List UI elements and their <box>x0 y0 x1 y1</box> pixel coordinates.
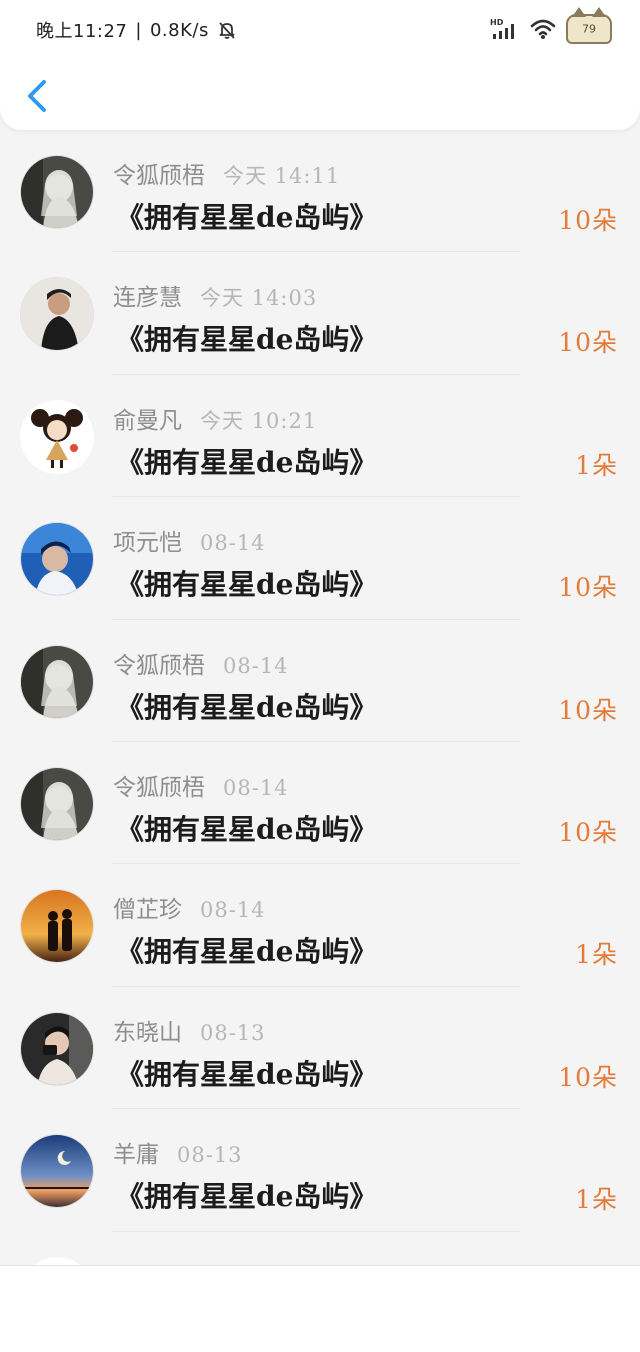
hd-badge: HD <box>490 18 504 27</box>
timestamp: 08-13 <box>177 1143 243 1168</box>
user-name: 连彦慧 今天 14:03 <box>113 278 317 312</box>
gift-count: 10朵 <box>558 206 618 235</box>
user-name <box>113 1258 131 1265</box>
gift-name: 《拥有星星de岛屿》 <box>116 568 378 602</box>
user-name-text: 令狐颀梧 <box>113 652 205 679</box>
user-name: 僧芷珍 08-14 <box>113 890 266 924</box>
timestamp: 今天 14:03 <box>200 286 318 311</box>
status-bar: 晚上11:27 | 0.8K/s HD 79 <box>0 0 640 62</box>
user-name-text: 令狐颀梧 <box>113 163 205 189</box>
gift-count: 10朵 <box>558 573 618 603</box>
back-button[interactable] <box>20 76 56 116</box>
gift-name: 《拥有星星de岛屿》 <box>116 323 378 357</box>
user-name: 东晓山 08-13 <box>113 1013 266 1047</box>
avatar[interactable] <box>20 1011 94 1086</box>
list-item[interactable]: 令狐颀梧 今天 14:11 《拥有星星de岛屿》 10朵 <box>0 130 640 253</box>
status-time: 晚上11:27 <box>36 21 128 42</box>
user-name: 俞曼凡 今天 10:21 <box>113 401 317 435</box>
list-item[interactable]: 令狐颀梧 08-14 《拥有星星de岛屿》 10朵 <box>0 620 640 742</box>
status-left: 晚上11:27 | 0.8K/s <box>36 17 237 43</box>
avatar[interactable] <box>20 522 94 597</box>
gift-name: 《拥有星星de岛屿》 <box>116 935 378 969</box>
gift-name: 《拥有星星de岛屿》 <box>116 201 378 234</box>
avatar[interactable] <box>20 1256 94 1265</box>
timestamp: 今天 14:11 <box>223 164 341 188</box>
timestamp: 08-14 <box>223 775 289 800</box>
timestamp: 08-14 <box>223 653 289 678</box>
list-item[interactable]: 羊庸 08-13 《拥有星星de岛屿》 1朵 <box>0 1109 640 1232</box>
avatar[interactable] <box>20 277 94 352</box>
user-name-text: 令狐颀梧 <box>113 774 205 801</box>
timestamp: 今天 10:21 <box>200 408 318 433</box>
gift-count: 10朵 <box>558 1062 618 1092</box>
gift-name: 《拥有星星de岛屿》 <box>116 1180 378 1214</box>
list-item[interactable]: 东晓山 08-13 《拥有星星de岛屿》 10朵 <box>0 987 640 1110</box>
gift-count: 10朵 <box>558 695 618 725</box>
list-item[interactable]: 项元恺 08-14 《拥有星星de岛屿》 10朵 <box>0 497 640 620</box>
gift-name: 《拥有星星de岛屿》 <box>116 812 378 846</box>
gift-record-list[interactable]: 令狐颀梧 今天 14:11 《拥有星星de岛屿》 10朵 连彦慧 今天 14:03 … <box>0 130 640 1265</box>
gift-count: 10朵 <box>558 328 618 358</box>
gift-name: 《拥有星星de岛屿》 <box>116 1057 378 1091</box>
timestamp: 08-14 <box>200 531 266 556</box>
timestamp: 08-14 <box>200 898 266 923</box>
user-name: 项元恺 08-14 <box>113 523 266 557</box>
user-name-text: 东晓山 <box>113 1019 182 1046</box>
avatar[interactable] <box>20 399 94 474</box>
status-right: HD 79 <box>490 7 612 44</box>
gift-count: 1朵 <box>575 940 618 970</box>
gift-count: 10朵 <box>558 817 618 847</box>
user-name-text: 僧芷珍 <box>113 897 182 924</box>
user-name: 令狐颀梧 今天 14:11 <box>113 156 340 190</box>
timestamp: 08-13 <box>200 1020 266 1045</box>
bottom-bar <box>0 1265 640 1352</box>
user-name-text: 项元恺 <box>113 530 182 557</box>
top-header: 晚上11:27 | 0.8K/s HD 79 <box>0 0 640 130</box>
user-name: 令狐颀梧 08-14 <box>113 646 289 680</box>
user-name: 令狐颀梧 08-14 <box>113 768 289 802</box>
gift-name: 《拥有星星de岛屿》 <box>116 445 378 479</box>
gift-count: 1朵 <box>575 1185 618 1215</box>
list-item[interactable]: 俞曼凡 今天 10:21 《拥有星星de岛屿》 1朵 <box>0 375 640 498</box>
gift-count: 1朵 <box>575 450 618 480</box>
status-separator: | <box>135 19 142 41</box>
signal-icon: HD <box>490 17 520 41</box>
bell-off-icon <box>217 20 237 40</box>
avatar[interactable] <box>20 766 94 841</box>
battery-level: 79 <box>582 22 596 36</box>
list-item[interactable]: 僧芷珍 08-14 《拥有星星de岛屿》 1朵 <box>0 864 640 987</box>
wifi-icon <box>530 17 556 41</box>
network-speed: 0.8K/s <box>149 19 209 41</box>
list-item[interactable]: 连彦慧 今天 14:03 《拥有星星de岛屿》 10朵 <box>0 252 640 375</box>
user-name-text: 羊庸 <box>113 1142 159 1169</box>
battery-icon: 79 <box>566 7 612 44</box>
list-item[interactable] <box>0 1232 640 1265</box>
avatar[interactable] <box>20 155 94 229</box>
user-name: 羊庸 08-13 <box>113 1135 243 1169</box>
user-name-text: 俞曼凡 <box>113 407 182 434</box>
list-item[interactable]: 令狐颀梧 08-14 《拥有星星de岛屿》 10朵 <box>0 742 640 865</box>
avatar[interactable] <box>20 889 94 964</box>
avatar[interactable] <box>20 1134 94 1209</box>
avatar[interactable] <box>20 644 94 719</box>
user-name-text: 连彦慧 <box>113 285 182 312</box>
gift-name: 《拥有星星de岛屿》 <box>116 690 378 724</box>
chevron-left-icon <box>28 80 46 112</box>
